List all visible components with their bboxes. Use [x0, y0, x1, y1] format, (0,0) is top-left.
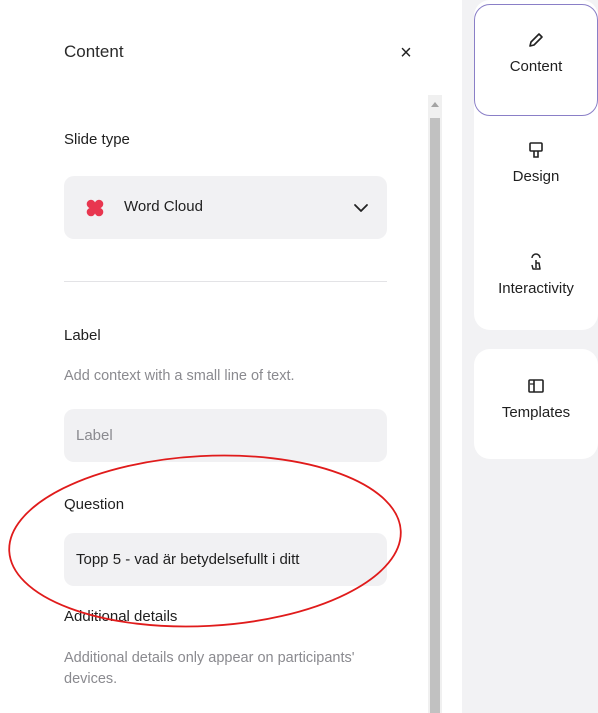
slide-type-select[interactable]: Word Cloud — [64, 176, 387, 239]
question-heading: Question — [64, 496, 125, 513]
word-cloud-icon — [86, 199, 104, 217]
question-input-text: Topp 5 - vad är betydelsefullt i ditt — [76, 551, 300, 568]
scrollbar-thumb[interactable] — [430, 118, 440, 713]
rail-label-templates: Templates — [501, 404, 571, 421]
rail-label-interactivity: Interactivity — [498, 280, 574, 297]
additional-details-hint: Additional details only appear on partic… — [64, 650, 355, 687]
rail-item-content[interactable]: Content — [474, 30, 598, 75]
content-panel: Content × Slide type Word Cloud Label Ad… — [0, 0, 440, 713]
panel-title: Content — [64, 42, 124, 61]
question-input[interactable]: Topp 5 - vad är betydelsefullt i ditt — [64, 533, 387, 586]
scroll-up-arrow[interactable] — [428, 95, 442, 115]
label-heading: Label — [64, 327, 101, 344]
rail-label-content: Content — [509, 58, 563, 75]
rail-item-templates[interactable]: Templates — [474, 376, 598, 421]
rail-item-interactivity[interactable]: Interactivity — [474, 252, 598, 297]
slide-type-heading: Slide type — [64, 131, 130, 148]
tap-gesture-icon — [531, 253, 541, 270]
close-button[interactable]: × — [396, 42, 416, 64]
chevron-down-icon — [354, 204, 368, 212]
rail-label-design: Design — [512, 168, 560, 185]
pencil-icon — [529, 33, 543, 47]
label-input[interactable] — [64, 409, 387, 462]
label-hint: Add context with a small line of text. — [64, 368, 295, 384]
divider — [64, 281, 387, 282]
additional-details-heading: Additional details — [64, 608, 178, 625]
slide-type-value: Word Cloud — [124, 198, 203, 215]
paint-roller-icon — [529, 142, 543, 158]
templates-icon — [528, 379, 544, 393]
rail-item-design[interactable]: Design — [474, 140, 598, 185]
